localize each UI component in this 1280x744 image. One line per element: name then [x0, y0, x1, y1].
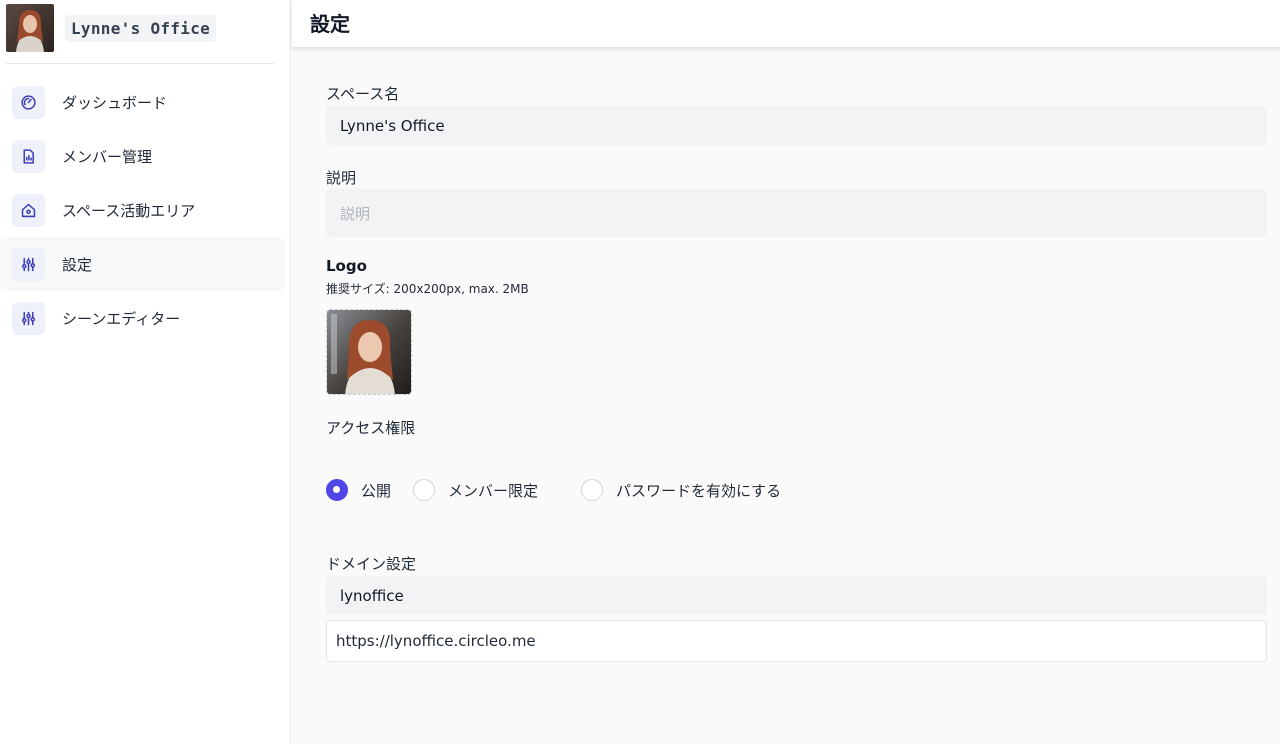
access-label: アクセス権限: [326, 419, 416, 437]
space-name-label: スペース名: [326, 85, 400, 103]
home-icon: [12, 193, 45, 227]
radio-button[interactable]: [413, 479, 436, 501]
space-avatar: [6, 4, 54, 52]
access-option-members-only[interactable]: メンバー限定: [413, 479, 538, 501]
sidebar: Lynne's Office ダッシュボード メンバー管理 スペース活動エリア …: [0, 0, 291, 744]
divider: [6, 63, 274, 64]
logo-upload[interactable]: [326, 309, 412, 395]
radio-label: 公開: [361, 481, 392, 500]
logo-hint: 推奨サイズ: 200x200px, max. 2MB: [326, 282, 529, 296]
access-radio-group: 公開 メンバー限定 パスワードを有効にする: [326, 479, 781, 501]
document-chart-icon: [12, 139, 45, 173]
sidebar-item-label: スペース活動エリア: [62, 201, 196, 220]
space-name-input[interactable]: Lynne's Office: [326, 106, 1267, 145]
logo-label: Logo: [326, 257, 367, 275]
sliders-icon: [12, 247, 45, 281]
page-title: 設定: [310, 12, 350, 36]
access-option-public[interactable]: 公開: [326, 479, 391, 501]
sidebar-item-label: シーンエディター: [62, 309, 181, 328]
radio-button[interactable]: [581, 479, 604, 501]
radio-label: メンバー限定: [448, 481, 539, 500]
sidebar-item-members[interactable]: メンバー管理: [0, 129, 285, 183]
description-input[interactable]: 説明: [326, 189, 1267, 237]
sidebar-item-label: 設定: [62, 255, 93, 274]
page-header: 設定: [292, 0, 1280, 47]
domain-input[interactable]: lynoffice: [326, 576, 1267, 615]
sidebar-item-label: ダッシュボード: [62, 93, 168, 112]
radio-label: パスワードを有効にする: [616, 481, 782, 500]
sidebar-item-dashboard[interactable]: ダッシュボード: [0, 75, 285, 129]
sidebar-item-scene-editor[interactable]: シーンエディター: [0, 291, 285, 345]
sidebar-item-space-area[interactable]: スペース活動エリア: [0, 183, 285, 237]
space-name: Lynne's Office: [65, 14, 217, 42]
sidebar-item-settings[interactable]: 設定: [0, 237, 285, 291]
sidebar-item-label: メンバー管理: [62, 147, 153, 166]
radio-button[interactable]: [326, 479, 348, 501]
settings-form: スペース名 Lynne's Office 説明 説明 Logo 推奨サイズ: 2…: [292, 47, 1280, 744]
sidebar-nav: ダッシュボード メンバー管理 スペース活動エリア 設定 シーンエディター: [0, 75, 285, 345]
brand[interactable]: Lynne's Office: [6, 4, 217, 52]
domain-label: ドメイン設定: [326, 555, 417, 573]
gauge-icon: [12, 85, 45, 119]
domain-url-display[interactable]: https://lynoffice.circleo.me: [326, 620, 1267, 662]
description-label: 説明: [326, 169, 357, 187]
access-option-password[interactable]: パスワードを有効にする: [581, 479, 781, 501]
sliders-icon: [12, 301, 45, 335]
logo-image: [327, 310, 411, 394]
